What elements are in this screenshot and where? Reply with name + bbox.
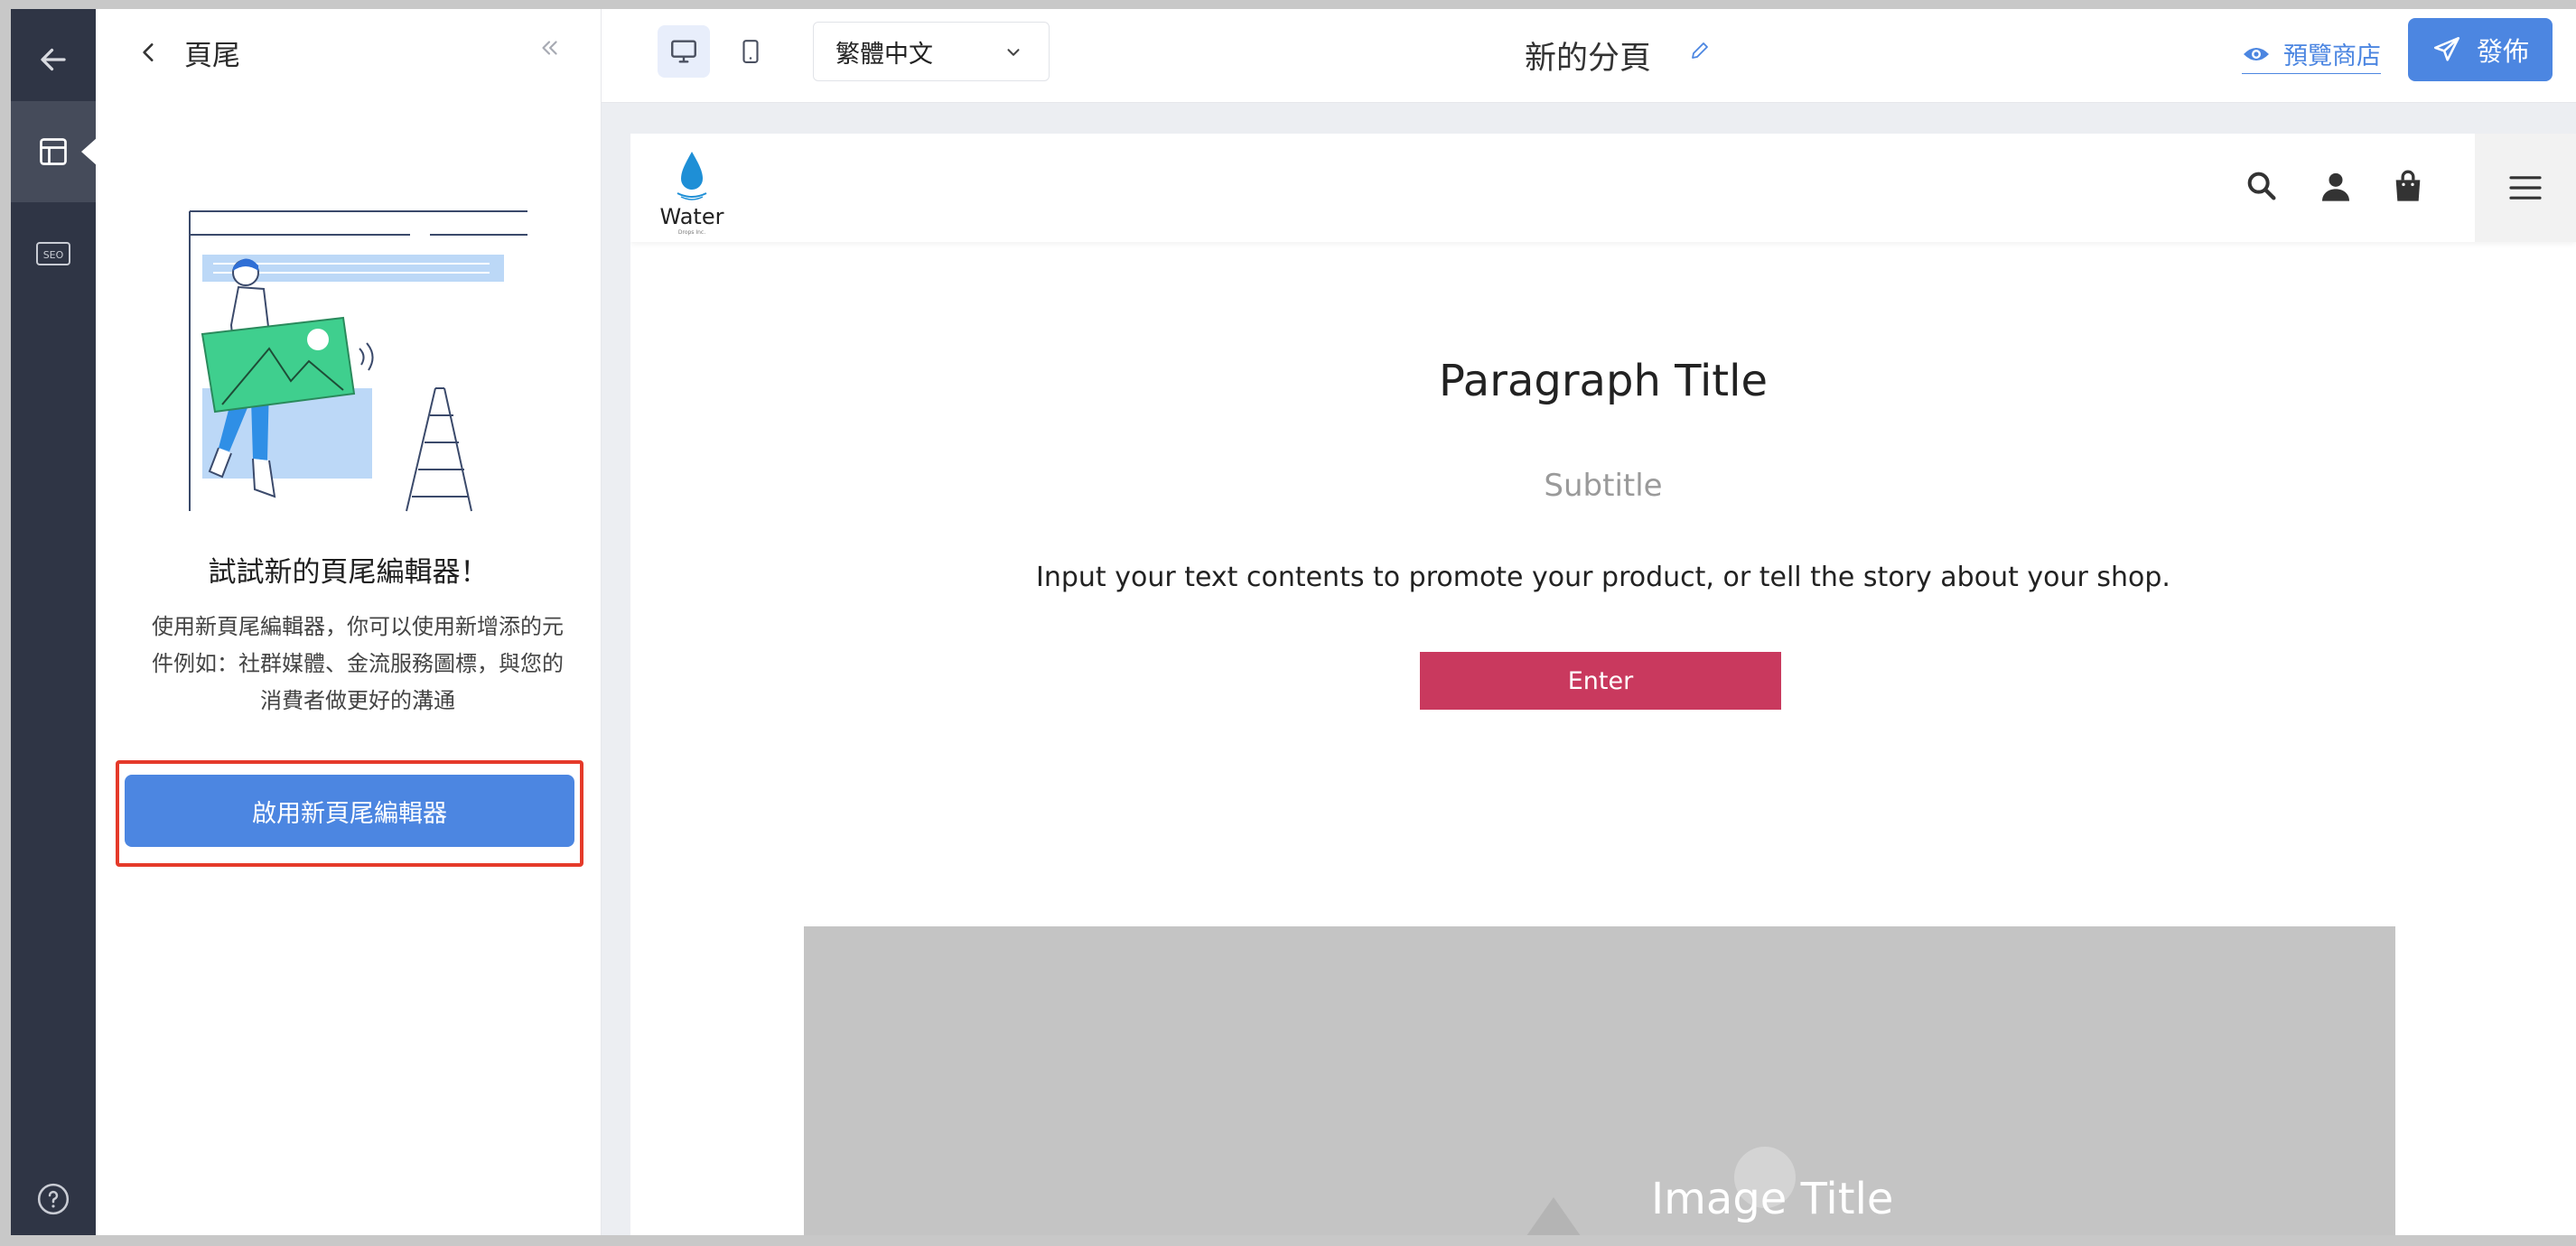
arrow-left-icon (41, 48, 66, 71)
enter-button[interactable]: Enter (1420, 652, 1781, 710)
svg-text:SEO: SEO (43, 249, 64, 261)
layout-icon (40, 138, 67, 165)
eye-icon (2244, 47, 2269, 60)
image-placeholder-icon (1526, 1147, 1796, 1235)
layout-nav-button[interactable] (11, 101, 98, 202)
promo-description-line: 使用新頁尾編輯器，你可以使用新增添的元 (152, 614, 564, 639)
panel-title: 頁尾 (184, 39, 240, 72)
desktop-icon (671, 40, 696, 63)
store-page-preview: Water Drops Inc. Paragraph Title Subtitl… (630, 134, 2576, 1235)
paper-plane-icon (2433, 36, 2460, 61)
chevron-down-icon (1007, 49, 1020, 56)
seo-icon: SEO (36, 242, 70, 265)
paragraph-body: Input your text contents to promote your… (1036, 562, 2170, 593)
paragraph-title: Paragraph Title (1439, 356, 1768, 406)
left-rail: SEO (11, 9, 98, 1235)
store-menu-button[interactable] (2475, 134, 2576, 242)
store-account-button[interactable] (2318, 168, 2354, 208)
preview-store-label: 預覽商店 (2283, 42, 2381, 70)
search-icon (2247, 172, 2276, 200)
footer-editor-illustration (189, 210, 527, 512)
promo-description-line: 消費者做更好的溝通 (260, 688, 455, 713)
publish-label: 發佈 (2476, 36, 2529, 67)
user-icon (2322, 172, 2349, 201)
language-select-value: 繁體中文 (835, 40, 933, 69)
double-chevron-left-icon (542, 41, 557, 55)
shopping-bag-icon (2395, 170, 2421, 201)
language-select[interactable]: 繁體中文 (813, 22, 1050, 81)
panel-header: 頁尾 (96, 9, 601, 96)
logo-text: Water (659, 204, 724, 229)
store-search-button[interactable] (2244, 168, 2280, 208)
mobile-icon (742, 40, 759, 63)
hamburger-menu-icon (2509, 176, 2542, 200)
help-icon (37, 1183, 70, 1215)
promo-title: 試試新的頁尾編輯器！ (208, 556, 489, 589)
editor-topbar: 繁體中文 新的分頁 預覽商店 發佈 (602, 9, 2576, 103)
enable-new-footer-editor-button[interactable]: 啟用新頁尾編輯器 (125, 775, 574, 847)
water-drop-icon (677, 152, 707, 200)
collapse-panel-button[interactable] (537, 36, 561, 63)
desktop-view-button[interactable] (658, 25, 710, 78)
promo-description: 使用新頁尾編輯器，你可以使用新增添的元 件例如：社群媒體、金流服務圖標，與您的 … (130, 609, 585, 720)
app-window: SEO 頁尾 試試新的頁尾編輯器！ 使用新頁尾編輯器，你可以使用新增添的元 件例… (11, 9, 2576, 1235)
back-button[interactable] (11, 9, 96, 110)
logo-subtext: Drops Inc. (677, 229, 706, 236)
image-block[interactable] (804, 926, 2395, 1235)
footer-settings-panel: 頁尾 試試新的頁尾編輯器！ 使用新頁尾編輯器，你可以使用新增添的元 件例如：社群… (96, 9, 602, 1235)
edit-page-title-button[interactable] (1689, 40, 1711, 65)
image-title: Image Title (1651, 1174, 1894, 1224)
mobile-view-button[interactable] (724, 25, 777, 78)
chevron-left-icon[interactable] (137, 41, 161, 64)
store-logo[interactable]: Water Drops Inc. (654, 148, 730, 238)
store-cart-button[interactable] (2390, 168, 2426, 208)
paragraph-subtitle: Subtitle (1544, 468, 1663, 504)
seo-nav-button[interactable]: SEO (11, 202, 96, 303)
promo-description-line: 件例如：社群媒體、金流服務圖標，與您的 (152, 651, 564, 676)
pencil-icon (1692, 42, 1708, 59)
page-title: 新的分頁 (1525, 41, 1652, 77)
store-header: Water Drops Inc. (630, 134, 2576, 242)
publish-button[interactable]: 發佈 (2408, 18, 2553, 81)
preview-store-link[interactable]: 預覽商店 (2242, 36, 2381, 74)
help-button[interactable] (11, 1163, 96, 1235)
